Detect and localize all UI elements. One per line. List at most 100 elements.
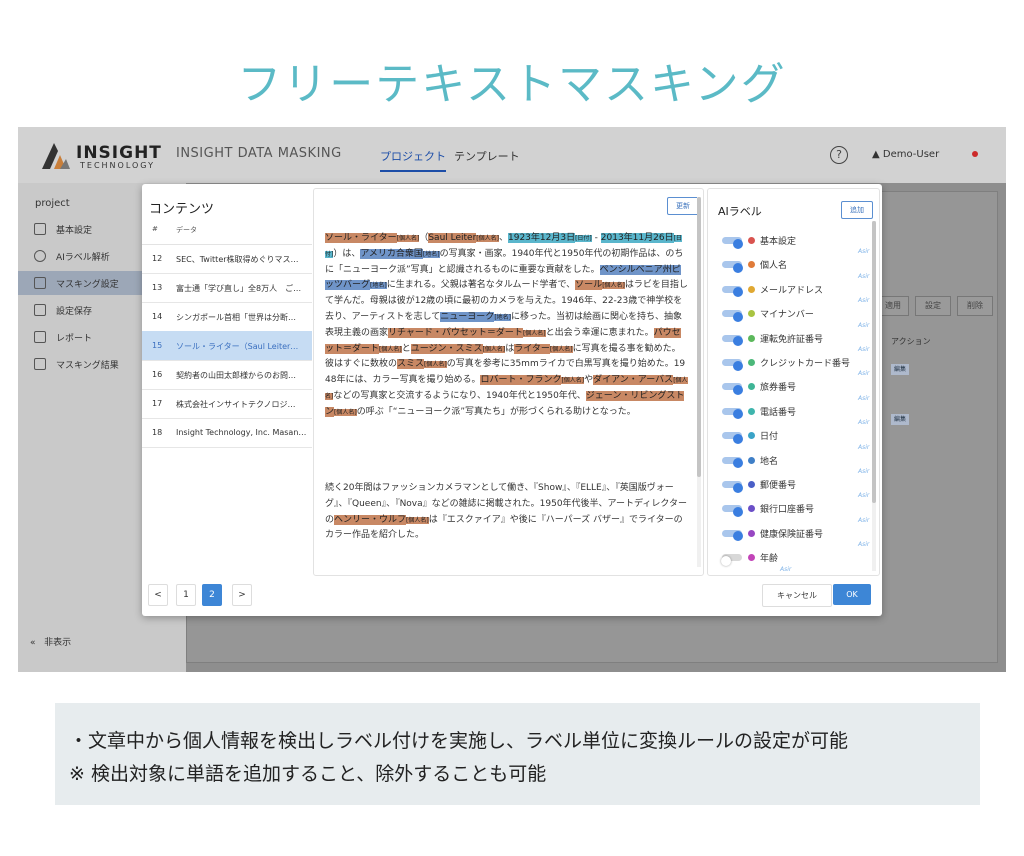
highlighted-entity[interactable]: リチャード・パウセット＝ダート xyxy=(388,327,523,338)
ai-label-name: マイナンバー xyxy=(760,310,814,321)
list-item-selected[interactable]: 15 ソール・ライター（Saul Leiter… xyxy=(142,331,312,361)
plain-text: ）は、 xyxy=(333,248,361,259)
highlighted-entity[interactable]: ロバート・フランク xyxy=(480,375,562,386)
entity-tag[interactable]: [個人名] xyxy=(476,235,499,242)
help-icon[interactable]: ? xyxy=(830,146,848,164)
list-item[interactable]: 16 契約者の山田太郎様からのお問… xyxy=(142,360,312,390)
highlighted-entity[interactable]: ヘンリー・ウルフ xyxy=(334,514,407,525)
ai-label-item[interactable]: 銀行口座番号 Asir xyxy=(708,492,873,525)
sidebar-title: project xyxy=(35,198,70,209)
label-toggle[interactable] xyxy=(722,285,743,298)
label-scrollbar-thumb[interactable] xyxy=(872,221,876,503)
highlighted-entity[interactable]: スミス xyxy=(397,359,425,370)
label-color-dot xyxy=(748,359,755,366)
list-item[interactable]: 17 株式会社インサイトテクノロジ… xyxy=(142,389,312,419)
label-toggle[interactable] xyxy=(722,334,743,347)
ai-label-item[interactable]: 基本設定 xyxy=(708,233,873,257)
entity-tag[interactable]: [個人名] xyxy=(561,377,585,385)
entity-tag[interactable]: [個人名] xyxy=(424,361,447,369)
entity-tag[interactable]: [個人名] xyxy=(396,235,420,242)
nav-project-tab[interactable]: プロジェクト xyxy=(380,148,446,172)
entity-tag[interactable]: [日付] xyxy=(575,235,592,242)
label-toggle[interactable] xyxy=(722,529,743,542)
label-toggle[interactable] xyxy=(721,554,742,566)
text-paragraph-1: ソール・ライター[個人名]（Saul Leiter[個人名]、1923年12月3… xyxy=(325,231,688,421)
next-page-button[interactable]: > xyxy=(232,584,252,606)
page-2-button[interactable]: 2 xyxy=(202,584,222,606)
ai-label-item[interactable]: 個人名 Asir xyxy=(708,248,873,281)
ai-label-name: 年齢 xyxy=(760,554,779,565)
ai-label-item[interactable]: メールアドレス Asir xyxy=(708,273,873,306)
entity-tag[interactable]: [個人名] xyxy=(406,516,429,524)
label-toggle[interactable] xyxy=(722,432,743,444)
label-color-dot xyxy=(748,334,755,342)
nav-template-tab[interactable]: テンプレート xyxy=(454,148,520,164)
toggle-knob xyxy=(733,433,743,444)
entity-tag[interactable]: [個人名] xyxy=(379,345,402,353)
plain-text: 、 xyxy=(498,233,508,243)
list-item[interactable]: 12 SEC、Twitter株取得めぐりマス… xyxy=(142,244,312,274)
ai-label-item[interactable]: クレジットカード番号 Asir xyxy=(708,346,873,379)
list-item[interactable]: 13 富士通「学び直し」全8万人 ご… xyxy=(142,273,312,303)
label-toggle[interactable] xyxy=(722,407,743,420)
label-color-dot xyxy=(748,310,755,318)
edit-button[interactable]: 編集 xyxy=(891,364,909,375)
edit-button[interactable]: 編集 xyxy=(891,414,909,425)
label-toggle[interactable] xyxy=(722,383,743,395)
entity-tag[interactable]: [地名] xyxy=(422,250,440,258)
label-toggle[interactable] xyxy=(722,456,743,469)
ai-label-item[interactable]: 運転免許証番号 Asir xyxy=(708,322,873,355)
toggle-knob xyxy=(733,238,743,249)
asir-badge: Asir xyxy=(780,565,792,573)
row-num: 13 xyxy=(152,283,163,292)
toggle-knob xyxy=(733,506,743,517)
highlighted-entity[interactable]: ソール・ライター xyxy=(325,233,397,243)
entity-tag[interactable]: [地名] xyxy=(494,313,511,321)
highlighted-entity[interactable]: 1923年12月3日 xyxy=(508,233,576,243)
label-toggle[interactable] xyxy=(722,481,743,493)
highlighted-entity[interactable]: ユージン・スミス xyxy=(410,343,483,354)
label-toggle[interactable] xyxy=(722,505,743,517)
ok-button[interactable]: OK xyxy=(833,584,871,605)
entity-tag[interactable]: [個人名] xyxy=(602,282,625,290)
entity-tag[interactable]: [個人名] xyxy=(522,329,546,337)
cancel-button[interactable]: キャンセル xyxy=(762,584,832,607)
page-1-button[interactable]: 1 xyxy=(176,584,196,606)
highlighted-entity[interactable]: 2013年11月26日 xyxy=(600,233,674,243)
list-item[interactable]: 14 シンガポール首相「世界は分断… xyxy=(142,302,312,332)
add-label-button[interactable]: 追加 xyxy=(841,201,873,219)
label-toggle[interactable] xyxy=(722,359,743,371)
label-toggle[interactable] xyxy=(722,237,743,249)
highlighted-entity[interactable]: ニューヨーク xyxy=(440,311,495,322)
ai-label-item[interactable]: 日付 Asir xyxy=(708,419,873,452)
label-toggle[interactable] xyxy=(722,261,743,273)
user-name: Demo-User xyxy=(882,149,940,160)
prev-page-button[interactable]: < xyxy=(148,584,168,606)
entity-tag[interactable]: [個人名] xyxy=(549,345,573,353)
ai-label-item[interactable]: 郵便番号 Asir xyxy=(708,468,873,501)
ai-label-item[interactable]: 電話番号 Asir xyxy=(708,395,873,428)
label-color-dot xyxy=(748,481,755,488)
ai-label-item[interactable]: 健康保険証番号 Asir xyxy=(708,517,873,550)
update-button[interactable]: 更新 xyxy=(667,197,699,215)
highlighted-entity[interactable]: ライター xyxy=(514,343,550,354)
ai-label-item[interactable]: マイナンバー Asir xyxy=(708,297,873,330)
plain-text: （ xyxy=(419,233,429,243)
label-toggle[interactable] xyxy=(722,310,743,322)
entity-tag[interactable]: [個人名] xyxy=(334,408,357,416)
entity-tag[interactable]: [地名] xyxy=(370,282,387,290)
row-num: 15 xyxy=(152,341,163,350)
highlighted-entity[interactable]: Saul Leiter xyxy=(428,233,477,243)
list-item[interactable]: 18 Insight Technology, Inc. Masan… xyxy=(142,418,312,448)
highlighted-entity[interactable]: ソール xyxy=(575,280,603,291)
ai-label-item[interactable]: 地名 Asir xyxy=(708,444,873,477)
text-scrollbar-thumb[interactable] xyxy=(697,197,701,477)
delete-button[interactable]: 削除 xyxy=(957,296,993,316)
sidebar-hide-button[interactable]: « 非表示 xyxy=(30,635,71,648)
entity-tag[interactable]: [個人名] xyxy=(482,345,506,353)
user-menu[interactable]: ▲ Demo-User xyxy=(872,149,939,160)
highlighted-entity[interactable]: ダイアン・アーバス xyxy=(593,375,674,386)
ai-label-item[interactable]: 旅券番号 Asir xyxy=(708,370,873,403)
settings-button[interactable]: 設定 xyxy=(915,296,951,316)
highlighted-entity[interactable]: アメリカ合衆国 xyxy=(360,248,423,259)
